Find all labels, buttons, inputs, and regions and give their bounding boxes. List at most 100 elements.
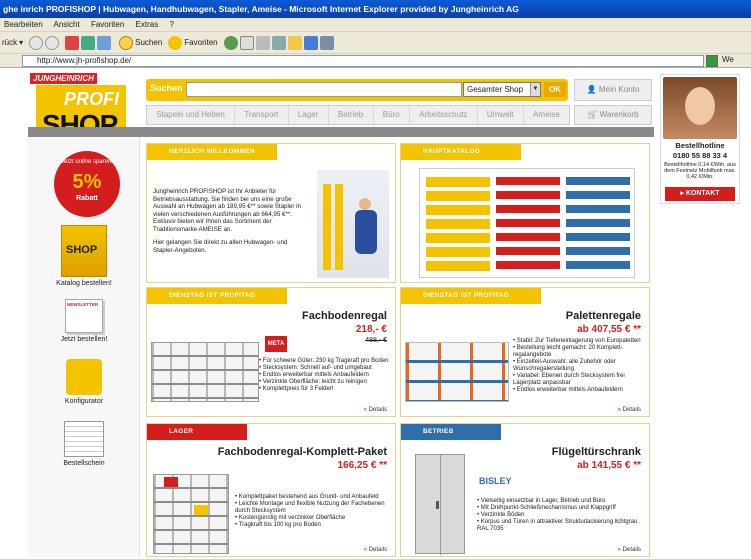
search-input[interactable] <box>186 82 462 97</box>
tools-icon[interactable] <box>319 35 334 50</box>
nav-lager[interactable]: Lager <box>289 106 329 124</box>
catalog-preview-image <box>419 168 635 278</box>
my-account-button[interactable]: 👤 Mein Konto <box>574 79 652 101</box>
web-page: JUNGHEINRICH PROFI SHOP Suchen Gesamter … <box>0 69 751 559</box>
catalog-cover-image: SHOP <box>61 225 107 277</box>
cart-icon: 🛒 <box>587 110 600 119</box>
pallet-rack-image <box>405 342 509 402</box>
home-icon[interactable] <box>97 35 112 50</box>
product-title[interactable]: Flügeltürschrank <box>552 446 641 458</box>
contact-label: KONTAKT <box>685 190 720 197</box>
nav-umwelt[interactable]: Umwelt <box>478 106 524 124</box>
sidebar-item-newsletter[interactable]: NEWSLETTER Jetzt bestellen! <box>36 299 132 343</box>
details-link[interactable]: Details <box>364 547 387 553</box>
forward-icon[interactable] <box>45 35 60 50</box>
product-header: BETRIEB <box>401 424 501 440</box>
hotline-photo <box>663 77 737 139</box>
cabinet-image <box>415 454 465 555</box>
feature-item: Kostengünstig mit verzinkter Oberfläche <box>235 515 393 522</box>
meta-logo-text: META <box>267 341 285 347</box>
search-toolbar-button[interactable]: Suchen <box>119 35 163 50</box>
feature-item: Variabel: Ebenen durch Stecksystem frei … <box>513 373 647 387</box>
go-icon[interactable] <box>706 55 718 67</box>
welcome-paragraph-2[interactable]: Hier gelangen Sie direkt zu allen Hubwag… <box>153 239 303 254</box>
print-icon[interactable] <box>255 35 270 50</box>
welcome-box: HERZLICH WILLKOMMEN Jungheinrich PROFISH… <box>146 143 396 283</box>
menu-favoriten[interactable]: Favoriten <box>91 20 124 29</box>
browser-toolbar: rück ▾ Suchen Favoriten <box>0 32 751 54</box>
messenger-icon[interactable] <box>303 35 318 50</box>
sidebar-item-configurator[interactable]: Konfigurator <box>36 359 132 405</box>
meta-logo: META <box>265 336 287 352</box>
product-card-komplett-paket[interactable]: LAGER Fachbodenregal-Komplett-Paket 166,… <box>146 423 396 557</box>
feature-item: Stecksystem: Schnell auf- und umgebaut <box>259 365 393 372</box>
hotline-note: Bestellhotline 0,14 €/Min. aus dem Festn… <box>664 162 736 180</box>
search-scope-value: Gesamter Shop <box>467 85 524 94</box>
menu-bearbeiten[interactable]: Bearbeiten <box>4 20 43 29</box>
search-toolbar-label: Suchen <box>135 38 163 47</box>
badge-value: 5% <box>72 171 102 193</box>
jungheinrich-brand: JUNGHEINRICH <box>30 73 97 84</box>
mail-icon[interactable] <box>239 35 254 50</box>
favorites-toolbar-label: Favoriten <box>184 38 218 47</box>
nav-transport[interactable]: Transport <box>235 106 289 124</box>
catalog-box[interactable]: HAUPTKATALOG <box>400 143 650 283</box>
back-button[interactable]: rück ▾ <box>2 38 23 47</box>
basket-label: Warenkorb <box>599 110 639 119</box>
sidebar-item-label: Katalog bestellen! <box>56 280 112 287</box>
feature-item: Endlos erweiterbar mittels Anbaufeldern <box>259 372 393 379</box>
product-price: 166,25 € ** <box>337 460 388 471</box>
feature-item: Verzinkte Böden <box>477 512 647 519</box>
basket-button[interactable]: 🛒 Warenkorb <box>574 105 652 125</box>
product-card-palettenregale[interactable]: DIENSTAG IST PROFITAG Palettenregale ab … <box>400 287 650 417</box>
details-link[interactable]: Details <box>618 547 641 553</box>
feature-item: Einzelteil-Auswahl: alle Zubehör oder Wu… <box>513 359 647 373</box>
hotline-title: Bestellhotline <box>675 141 725 150</box>
product-title[interactable]: Fachbodenregal-Komplett-Paket <box>218 446 387 458</box>
sidebar-item-order-form[interactable]: Bestellschein <box>36 421 132 467</box>
star-icon <box>168 35 183 50</box>
my-account-label: Mein Konto <box>598 85 640 94</box>
welcome-header: HERZLICH WILLKOMMEN <box>147 144 277 160</box>
product-title[interactable]: Fachbodenregal <box>302 310 387 322</box>
category-nav: Stapeln und Heben Transport Lager Betrie… <box>146 105 570 125</box>
details-link[interactable]: Details <box>618 407 641 413</box>
menu-ansicht[interactable]: Ansicht <box>53 20 79 29</box>
menu-help[interactable]: ? <box>169 20 173 29</box>
contact-button[interactable]: ▸ KONTAKT <box>665 187 735 201</box>
newsletter-image: NEWSLETTER <box>65 299 103 333</box>
product-title[interactable]: Palettenregale <box>566 310 641 322</box>
stop-icon[interactable] <box>65 35 80 50</box>
details-link[interactable]: Details <box>364 407 387 413</box>
refresh-icon[interactable] <box>81 35 96 50</box>
address-field[interactable]: http://www.jh-profishop.de/ <box>22 55 704 67</box>
discount-badge[interactable]: Jetzt online sparen! 5% Rabatt <box>54 151 120 217</box>
favorites-toolbar-button[interactable]: Favoriten <box>168 35 218 50</box>
sidebar-item-label: Bestellschein <box>63 460 105 467</box>
back-label: rück <box>2 38 18 47</box>
back-icon[interactable] <box>29 35 44 50</box>
sidebar-item-catalog[interactable]: SHOP Katalog bestellen! <box>36 225 132 287</box>
nav-ameise[interactable]: Ameise <box>524 106 569 124</box>
product-card-fluegeltuerschrank[interactable]: BETRIEB Flügeltürschrank ab 141,55 € ** … <box>400 423 650 557</box>
search-scope-select[interactable]: Gesamter Shop ▼ <box>463 82 541 97</box>
hotline-agent-face <box>685 87 715 125</box>
nav-arbeitsschutz[interactable]: Arbeitsschutz <box>410 106 478 124</box>
hotline-panel: Bestellhotline 0180 55 88 33 4 Bestellho… <box>660 74 740 204</box>
nav-stapeln-heben[interactable]: Stapeln und Heben <box>147 106 236 124</box>
edit-icon[interactable] <box>271 35 286 50</box>
folder-icon[interactable] <box>287 35 302 50</box>
history-icon[interactable] <box>223 35 238 50</box>
address-extra: We <box>722 55 734 64</box>
feature-item: Vielseitig einsetzbar in Lager, Betrieb … <box>477 498 647 505</box>
forklift-icon <box>66 359 102 395</box>
menu-extras[interactable]: Extras <box>136 20 159 29</box>
search-ok-button[interactable]: OK <box>544 82 566 97</box>
nav-buero[interactable]: Büro <box>374 106 410 124</box>
nav-betrieb[interactable]: Betrieb <box>329 106 374 124</box>
order-form-icon <box>64 421 104 457</box>
search-icon <box>119 35 134 50</box>
product-card-fachbodenregal[interactable]: DIENSTAG IST PROFITAG Fachbodenregal 218… <box>146 287 396 417</box>
search-bar: Suchen Gesamter Shop ▼ OK <box>146 79 568 101</box>
badge-top-text: Jetzt online sparen! <box>60 159 114 165</box>
